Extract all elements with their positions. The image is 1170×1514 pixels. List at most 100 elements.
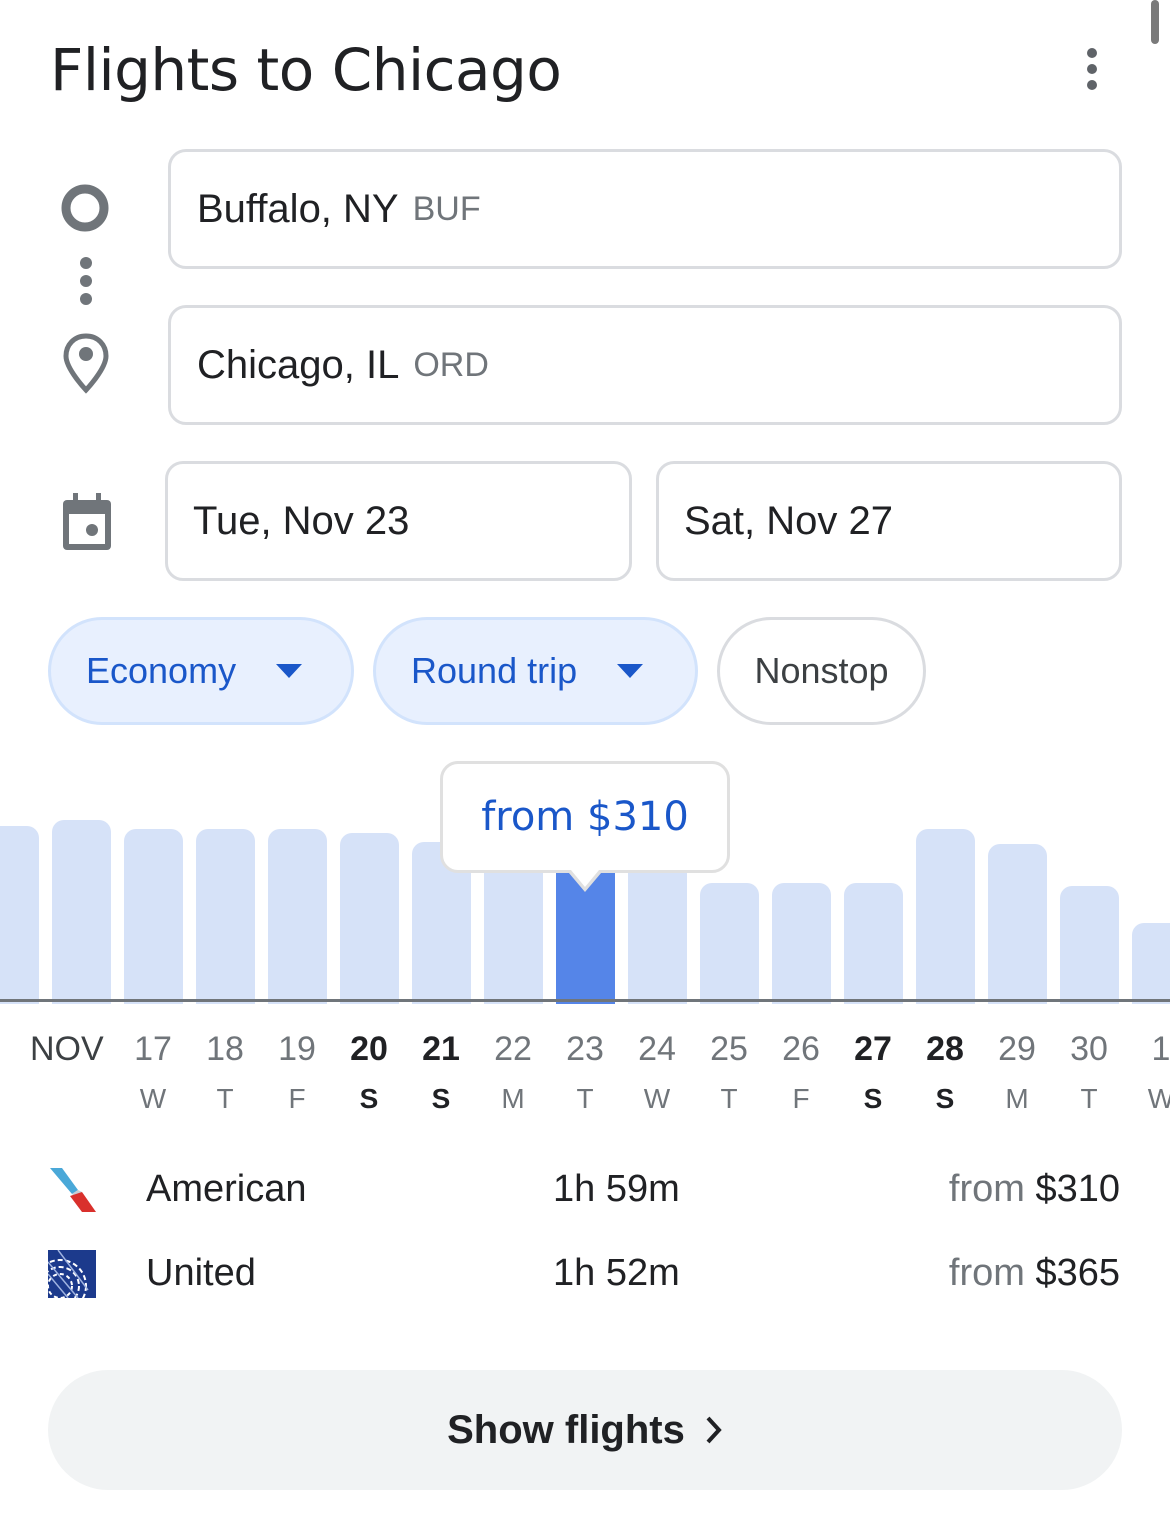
airline-name: United [146, 1252, 256, 1294]
day-number: 19 [278, 1030, 316, 1068]
date-label[interactable]: 24 W [621, 1030, 693, 1115]
from-label: from [948, 1168, 1025, 1210]
tooltip-arrow-fill [566, 864, 604, 887]
cabin-class-label: Economy [86, 650, 237, 691]
return-date: Sat, Nov 27 [684, 498, 894, 543]
date-label[interactable]: 20 S [333, 1030, 405, 1115]
weekday-letter: S [863, 1083, 883, 1114]
day-number: 21 [422, 1030, 460, 1068]
from-label: from [948, 1252, 1025, 1294]
date-label[interactable]: 27 S [837, 1030, 909, 1115]
price-bar[interactable] [195, 829, 255, 1004]
flight-duration: 1h 59m [553, 1168, 680, 1210]
departure-date-field[interactable]: Tue, Nov 23 [165, 461, 632, 581]
day-number: 24 [638, 1030, 676, 1068]
price-bar[interactable] [987, 844, 1047, 1004]
nonstop-label: Nonstop [754, 650, 889, 691]
weekday-letter: T [1080, 1083, 1098, 1114]
origin-city: Buffalo, NY [197, 186, 399, 231]
origin-field[interactable]: Buffalo, NY BUF [168, 149, 1122, 269]
date-label[interactable]: 18 T [189, 1030, 261, 1115]
more-vert-icon[interactable] [1080, 48, 1104, 90]
weekday-letter: M [1005, 1083, 1029, 1114]
price-value: $310 [1035, 1168, 1120, 1210]
weekday-letter: W [139, 1083, 167, 1114]
scrollbar[interactable] [1151, 0, 1159, 44]
weekday-letter: F [792, 1083, 810, 1114]
price-bar[interactable] [267, 829, 327, 1004]
price-bar[interactable] [1131, 923, 1170, 1004]
trip-type-label: Round trip [411, 650, 578, 691]
weekday-letter: W [1147, 1083, 1170, 1114]
weekday-letter: S [359, 1083, 379, 1114]
flight-duration: 1h 52m [553, 1252, 680, 1294]
date-label[interactable]: 22 M [477, 1030, 549, 1115]
destination-field[interactable]: Chicago, IL ORD [168, 305, 1122, 425]
weekday-letter: T [216, 1083, 234, 1114]
weekday-letter: T [720, 1083, 738, 1114]
price-bar[interactable] [483, 860, 543, 1004]
airline-price: from $365 [949, 1252, 1120, 1295]
american-airlines-logo [48, 1166, 96, 1214]
caret-down-icon [617, 664, 644, 678]
day-number: 22 [494, 1030, 532, 1068]
united-airlines-logo [33, 1249, 96, 1313]
price-bar[interactable] [123, 829, 183, 1004]
date-label[interactable]: 17 W [117, 1030, 189, 1115]
day-number: 23 [566, 1030, 604, 1068]
calendar-icon [60, 492, 114, 552]
day-number: 27 [854, 1030, 892, 1068]
airline-name: American [146, 1168, 307, 1210]
date-label[interactable]: 21 S [405, 1030, 477, 1115]
chevron-right-icon [706, 1416, 722, 1444]
price-bar[interactable] [771, 883, 831, 1004]
weekday-letter: T [576, 1083, 594, 1114]
date-label[interactable]: 1W [1125, 1030, 1170, 1115]
date-label[interactable]: 23 T [549, 1030, 621, 1115]
trip-type-dropdown[interactable]: Round trip [373, 617, 698, 725]
price-bar[interactable] [51, 820, 111, 1004]
destination-city: Chicago, IL [197, 342, 400, 387]
price-bar[interactable] [843, 883, 903, 1004]
weekday-letter: M [501, 1083, 525, 1114]
nonstop-filter-chip[interactable]: Nonstop [717, 617, 926, 725]
show-flights-button[interactable]: Show flights [48, 1370, 1122, 1490]
day-number: 1 [1151, 1030, 1170, 1068]
airline-row[interactable]: United 1h 52m from $365 [0, 1244, 1170, 1313]
date-label[interactable]: 26 F [765, 1030, 837, 1115]
airline-row[interactable]: American 1h 59m from $310 [0, 1160, 1170, 1220]
destination-code: ORD [413, 345, 489, 384]
price-bar[interactable] [915, 829, 975, 1004]
price-bar[interactable] [0, 826, 39, 1004]
date-label[interactable]: 25 T [693, 1030, 765, 1115]
date-label[interactable]: 30 T [1053, 1030, 1125, 1115]
dots-vertical-icon [78, 256, 94, 308]
return-date-field[interactable]: Sat, Nov 27 [656, 461, 1122, 581]
caret-down-icon [276, 664, 303, 678]
price-bar[interactable] [1059, 886, 1119, 1004]
weekday-letter: S [431, 1083, 451, 1114]
price-bar[interactable] [627, 860, 687, 1004]
show-flights-label: Show flights [447, 1407, 685, 1452]
weekday-letter: F [288, 1083, 306, 1114]
day-number: 18 [206, 1030, 244, 1068]
chart-baseline [0, 999, 1170, 1002]
origin-code: BUF [412, 189, 481, 228]
location-pin-icon [62, 332, 110, 394]
price-bar[interactable] [339, 833, 399, 1004]
weekday-letter: S [935, 1083, 955, 1114]
date-label[interactable]: 28 S [909, 1030, 981, 1115]
day-number: 20 [350, 1030, 388, 1068]
tooltip-text: from $310 [481, 794, 689, 840]
month-label: NOV [30, 1030, 104, 1068]
price-value: $365 [1035, 1252, 1120, 1294]
departure-date: Tue, Nov 23 [193, 498, 410, 543]
cabin-class-dropdown[interactable]: Economy [48, 617, 354, 725]
day-number: 30 [1070, 1030, 1108, 1068]
day-number: 26 [782, 1030, 820, 1068]
date-label[interactable]: 19 F [261, 1030, 333, 1115]
origin-circle-icon [60, 183, 110, 233]
day-number: 17 [134, 1030, 172, 1068]
date-label[interactable]: 29 M [981, 1030, 1053, 1115]
price-bar[interactable] [699, 883, 759, 1004]
